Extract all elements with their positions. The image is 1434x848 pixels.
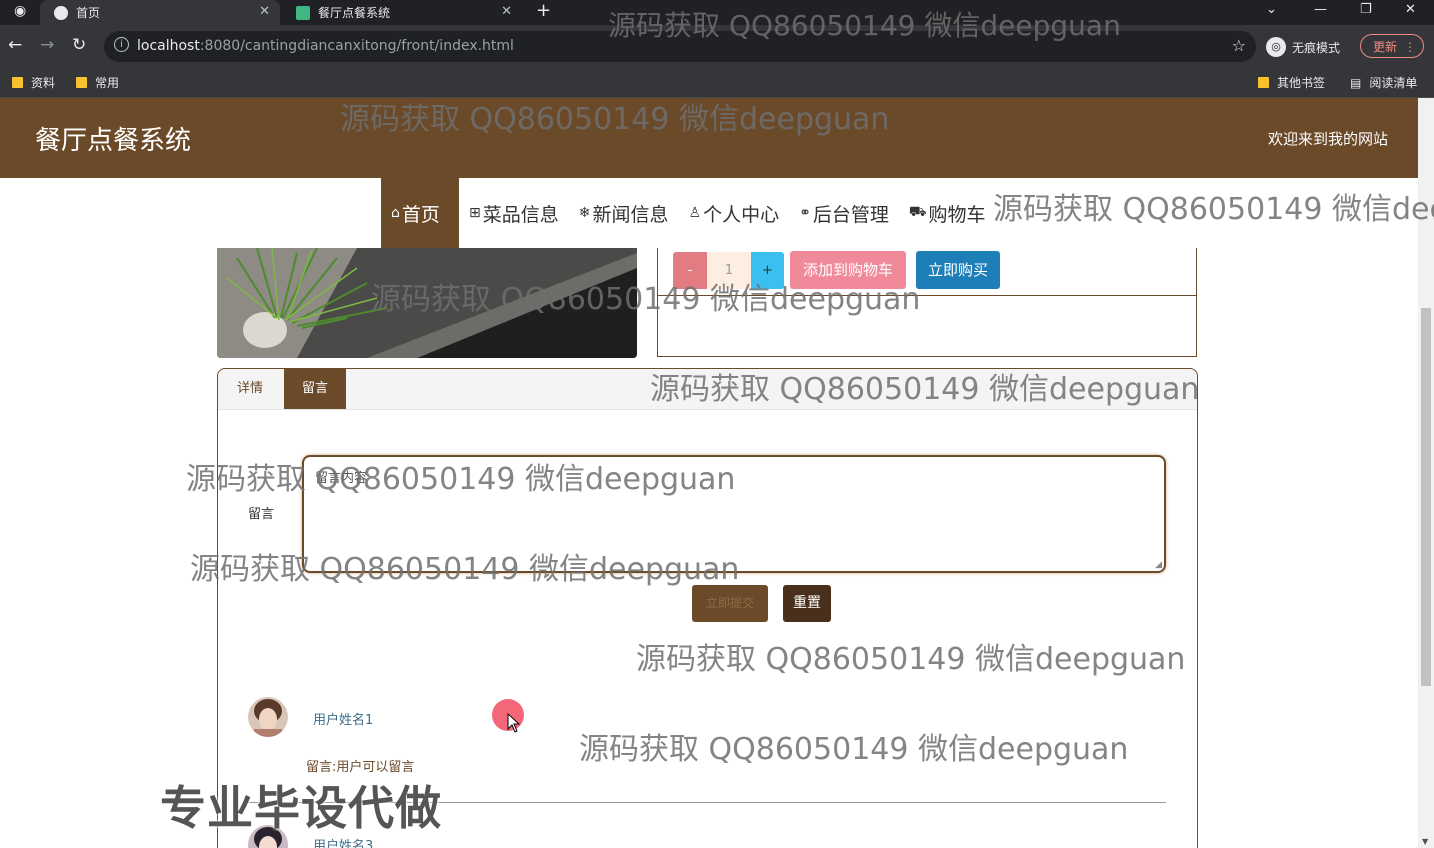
tabs-header: 详情 留言: [218, 369, 1197, 410]
scroll-down-icon[interactable]: ▼: [1422, 837, 1428, 846]
folder-icon: [1258, 77, 1269, 88]
update-button[interactable]: 更新 ⋮: [1360, 34, 1424, 58]
user-icon: ♙: [688, 205, 702, 221]
url-text: localhost:8080/cantingdiancanxitong/fron…: [137, 38, 514, 54]
snowflake-icon: ❄: [578, 205, 591, 221]
site-header: 餐厅点餐系统 欢迎来到我的网站: [0, 98, 1418, 178]
browser-tab-restaurant[interactable]: 餐厅点餐系统 ✕: [282, 0, 522, 25]
folder-icon: [12, 77, 23, 88]
bookmark-folder-ziliao[interactable]: 资料: [12, 74, 55, 91]
update-label: 更新: [1373, 40, 1398, 54]
browser-tab-home[interactable]: 首页 ✕: [40, 0, 280, 25]
nav-admin[interactable]: ⚭ 后台管理: [789, 178, 899, 248]
folder-icon: [76, 77, 87, 88]
url-input[interactable]: i localhost:8080/cantingdiancanxitong/fr…: [104, 31, 1256, 62]
message-textarea[interactable]: 留言内容 ◢: [302, 455, 1166, 573]
minimize-icon[interactable]: —: [1314, 2, 1327, 17]
watermark-banner: 专业毕设代做: [160, 781, 442, 835]
quantity-input[interactable]: 1: [707, 252, 751, 289]
close-tab-icon[interactable]: ✕: [259, 4, 270, 19]
menu-dots-icon: ⋮: [1404, 40, 1416, 54]
reading-list-icon: ▤: [1350, 75, 1362, 90]
nav-cart[interactable]: ⛟ 购物车: [899, 178, 996, 248]
back-icon[interactable]: ←: [8, 35, 22, 55]
message-label: 留言: [248, 507, 275, 522]
home-icon: ⌂: [391, 205, 400, 221]
gift-icon: ⊞: [469, 205, 481, 221]
bookmarks-bar: 资料 常用 其他书签 ▤ 阅读清单: [0, 69, 1434, 98]
main-nav: ⌂ 首页 ⊞ 菜品信息 ❄ 新闻信息 ♙ 个人中心 ⚭ 后台管理 ⛟ 购物车: [381, 178, 996, 248]
scrollbar-thumb[interactable]: [1421, 308, 1431, 686]
tab-search-icon[interactable]: ⌄: [1266, 2, 1277, 17]
browser-menu-icon[interactable]: ◉: [14, 3, 26, 19]
nav-dishes[interactable]: ⊞ 菜品信息: [459, 178, 569, 248]
tab-details[interactable]: 详情: [218, 369, 282, 409]
web-page: 餐厅点餐系统 欢迎来到我的网站 ⌂ 首页 ⊞ 菜品信息 ❄ 新闻信息 ♙ 个人中心 ⚭ 后…: [0, 98, 1418, 848]
resize-grip-icon[interactable]: ◢: [1155, 560, 1162, 570]
tab-title: 首页: [76, 6, 101, 20]
avatar-photo: [248, 697, 288, 737]
divider: [658, 295, 1196, 296]
quantity-increment-button[interactable]: +: [751, 252, 784, 289]
mouse-cursor-icon: [507, 713, 521, 733]
avatar: [248, 697, 288, 737]
tab-messages[interactable]: 留言: [284, 369, 346, 409]
link-icon: ⚭: [799, 205, 811, 221]
reading-list[interactable]: ▤ 阅读清单: [1350, 74, 1417, 91]
quantity-decrement-button[interactable]: -: [673, 252, 707, 289]
nav-profile[interactable]: ♙ 个人中心: [679, 178, 790, 248]
cart-icon: ⛟: [908, 204, 927, 220]
new-tab-icon[interactable]: +: [536, 0, 551, 21]
nav-home[interactable]: ⌂ 首页: [381, 178, 459, 248]
close-window-icon[interactable]: ✕: [1405, 2, 1416, 17]
site-title: 餐厅点餐系统: [35, 126, 192, 156]
site-info-icon[interactable]: i: [114, 37, 129, 52]
globe-icon: [54, 5, 68, 20]
address-bar: ← → ↻ i localhost:8080/cantingdiancanxit…: [0, 25, 1434, 69]
page-scrollbar[interactable]: ▼: [1418, 98, 1434, 848]
plant-photo: [217, 248, 637, 358]
bookmark-folder-other[interactable]: 其他书签: [1258, 74, 1325, 91]
message-placeholder: 留言内容: [315, 471, 368, 486]
welcome-text: 欢迎来到我的网站: [1267, 130, 1388, 148]
restore-icon[interactable]: ❐: [1360, 2, 1372, 17]
buy-now-button[interactable]: 立即购买: [916, 251, 1000, 289]
incognito-icon: ◎: [1266, 37, 1286, 57]
incognito-indicator[interactable]: ◎ 无痕模式: [1266, 32, 1340, 62]
bookmark-folder-changyong[interactable]: 常用: [76, 74, 119, 91]
close-tab-icon[interactable]: ✕: [501, 4, 512, 19]
add-to-cart-button[interactable]: 添加到购物车: [790, 251, 906, 289]
bookmark-star-icon[interactable]: ☆: [1232, 36, 1246, 55]
incognito-label: 无痕模式: [1292, 40, 1341, 55]
tab-title: 餐厅点餐系统: [318, 6, 391, 20]
submit-button[interactable]: 立即提交: [692, 585, 768, 622]
product-image: [217, 248, 637, 358]
nav-news[interactable]: ❄ 新闻信息: [569, 178, 679, 248]
comment-username[interactable]: 用户姓名1: [313, 709, 373, 728]
reload-icon[interactable]: ↻: [72, 35, 86, 55]
reset-button[interactable]: 重置: [783, 585, 831, 622]
forward-icon[interactable]: →: [40, 35, 54, 55]
vue-logo-icon: [296, 5, 310, 20]
browser-tab-strip: ◉ 首页 ✕ 餐厅点餐系统 ✕ + ⌄ — ❐ ✕: [0, 0, 1434, 25]
